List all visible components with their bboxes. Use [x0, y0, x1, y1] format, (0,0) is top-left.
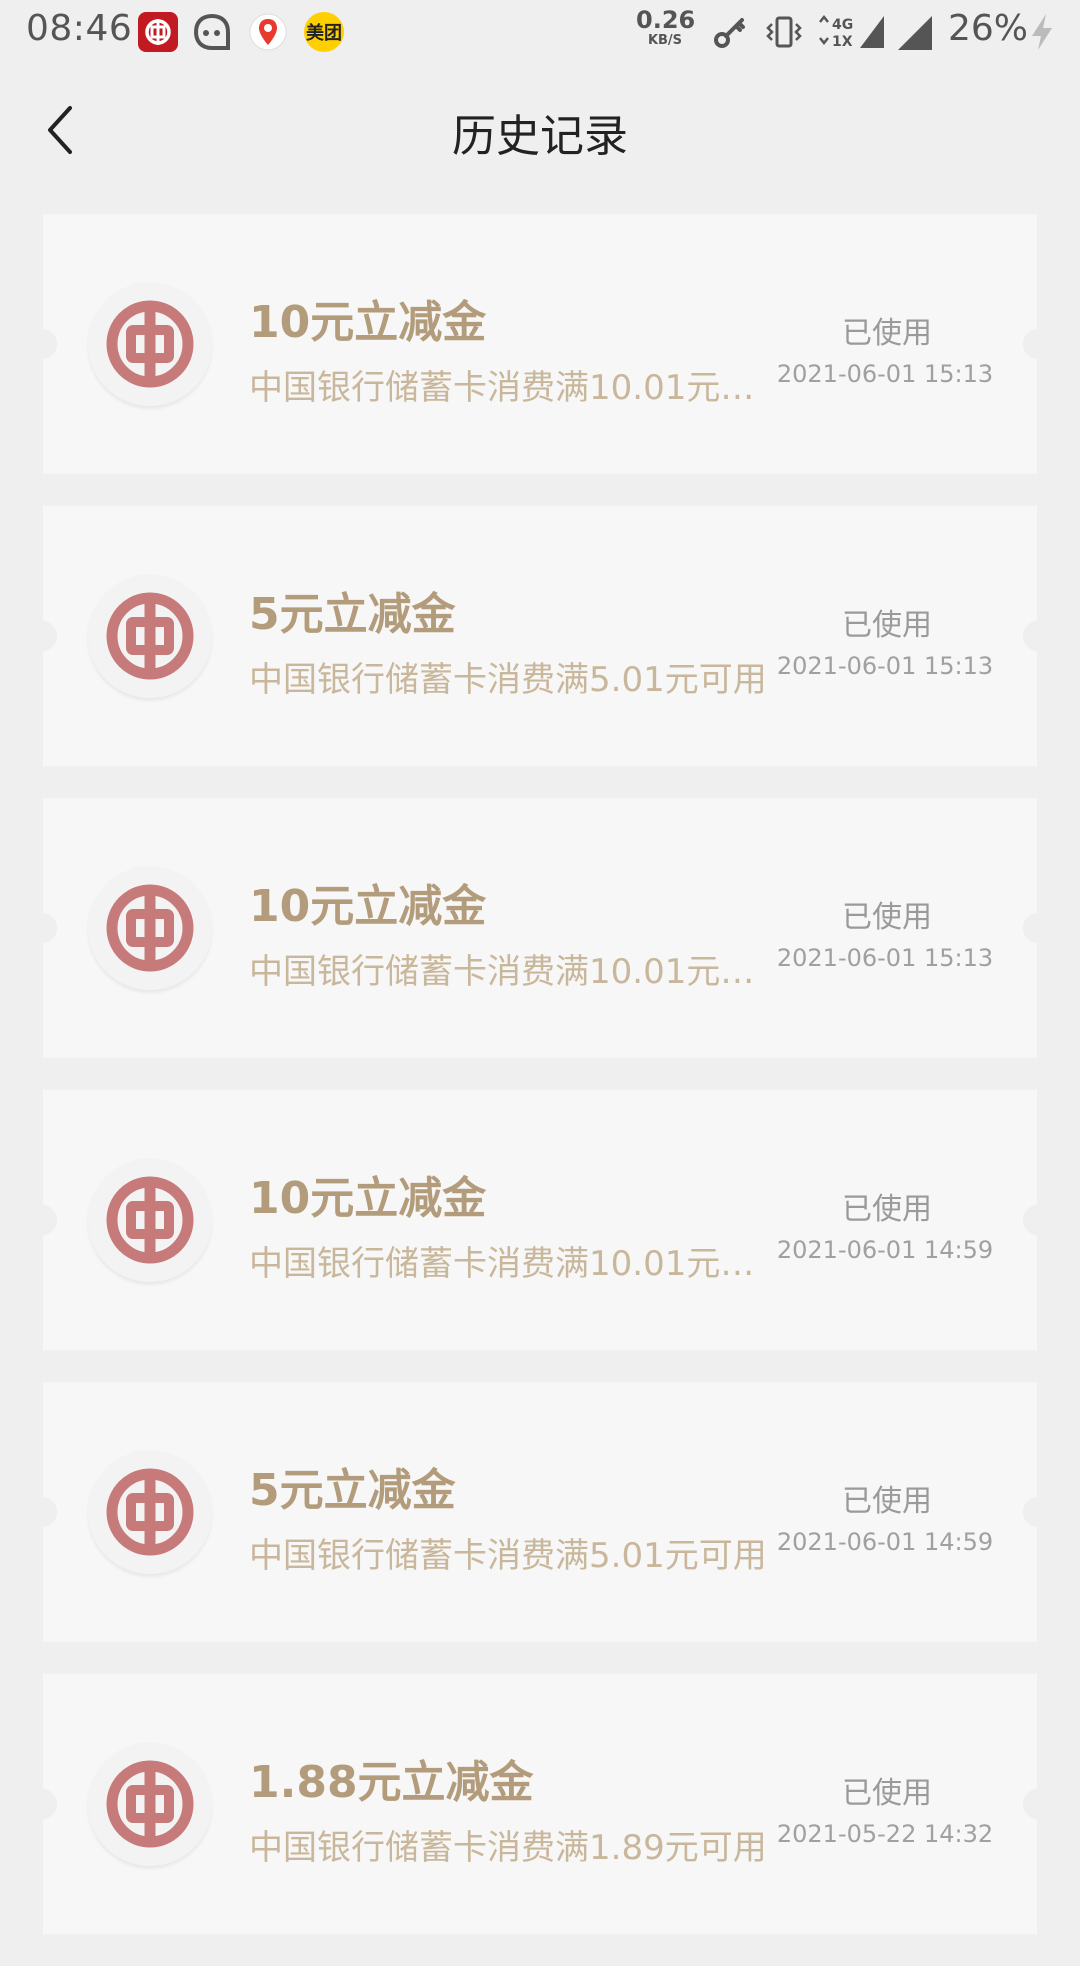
coupon-description: 中国银行储蓄卡消费满10.01元可用	[249, 1244, 769, 1284]
bank-of-china-logo-icon	[88, 866, 212, 990]
coupon-status: 已使用	[842, 1776, 932, 1811]
ticket-notch	[1023, 1497, 1051, 1527]
bank-of-china-logo-icon	[88, 574, 212, 698]
signal-icon	[896, 12, 936, 56]
battery-level: 26%	[948, 8, 1029, 49]
ticket-notch	[29, 329, 57, 359]
page-header: 历史记录	[0, 64, 1080, 196]
message-app-icon	[192, 12, 232, 52]
status-time: 08:46	[26, 8, 133, 49]
coupon-description: 中国银行储蓄卡消费满10.01元可用	[249, 952, 769, 992]
ticket-notch	[1023, 621, 1051, 651]
coupon-used-time: 2021-06-01 15:13	[776, 360, 994, 388]
coupon-status: 已使用	[842, 1484, 932, 1519]
baidu-map-app-icon	[248, 12, 288, 52]
bank-of-china-logo-icon	[88, 1742, 212, 1866]
coupon-title: 10元立减金	[249, 1173, 487, 1224]
coupon-status: 已使用	[842, 1192, 932, 1227]
ticket-notch	[1023, 913, 1051, 943]
ticket-notch	[29, 621, 57, 651]
coupon-history-list: 10元立减金 中国银行储蓄卡消费满10.01元可用 已使用 2021-06-01…	[29, 214, 1051, 1966]
coupon-card[interactable]: 10元立减金 中国银行储蓄卡消费满10.01元可用 已使用 2021-06-01…	[29, 798, 1051, 1058]
charging-bolt-icon	[1030, 12, 1054, 56]
coupon-description: 中国银行储蓄卡消费满10.01元可用	[249, 368, 769, 408]
ticket-notch	[1023, 1789, 1051, 1819]
coupon-description: 中国银行储蓄卡消费满1.89元可用	[249, 1828, 767, 1868]
bank-of-china-logo-icon	[88, 1450, 212, 1574]
coupon-card[interactable]: 10元立减金 中国银行储蓄卡消费满10.01元可用 已使用 2021-06-01…	[29, 1090, 1051, 1350]
coupon-card[interactable]: 1.88元立减金 中国银行储蓄卡消费满1.89元可用 已使用 2021-05-2…	[29, 1674, 1051, 1934]
svg-text:1X: 1X	[832, 34, 853, 50]
meituan-app-icon: 美团	[304, 12, 344, 52]
ticket-notch	[29, 1789, 57, 1819]
coupon-status: 已使用	[842, 608, 932, 643]
vibrate-icon	[764, 12, 804, 56]
coupon-description: 中国银行储蓄卡消费满5.01元可用	[249, 1536, 767, 1576]
page-title: 历史记录	[452, 111, 628, 162]
ticket-notch	[1023, 1205, 1051, 1235]
coupon-description: 中国银行储蓄卡消费满5.01元可用	[249, 660, 767, 700]
bank-of-china-app-icon	[138, 12, 178, 52]
coupon-used-time: 2021-06-01 14:59	[776, 1236, 994, 1264]
coupon-card[interactable]: 5元立减金 中国银行储蓄卡消费满5.01元可用 已使用 2021-06-01 1…	[29, 506, 1051, 766]
coupon-card[interactable]: 5元立减金 中国银行储蓄卡消费满5.01元可用 已使用 2021-06-01 1…	[29, 1382, 1051, 1642]
bank-of-china-logo-icon	[88, 1158, 212, 1282]
network-speed-value: 0.26	[636, 6, 696, 34]
coupon-used-time: 2021-05-22 14:32	[776, 1820, 994, 1848]
ticket-notch	[29, 1205, 57, 1235]
meituan-label: 美团	[306, 23, 342, 44]
ticket-notch	[1023, 329, 1051, 359]
coupon-title: 5元立减金	[249, 1465, 456, 1516]
coupon-card[interactable]: 10元立减金 中国银行储蓄卡消费满10.01元可用 已使用 2021-06-01…	[29, 214, 1051, 474]
status-bar: 08:46 美团 0.26 KB/S 4G 1X 26%	[0, 0, 1080, 64]
coupon-used-time: 2021-06-01 14:59	[776, 1528, 994, 1556]
mobile-data-icon: 4G 1X	[816, 12, 896, 56]
coupon-status: 已使用	[842, 900, 932, 935]
ticket-notch	[29, 1497, 57, 1527]
coupon-used-time: 2021-06-01 15:13	[776, 944, 994, 972]
coupon-title: 1.88元立减金	[249, 1757, 534, 1808]
network-speed: 0.26 KB/S	[636, 6, 696, 48]
coupon-status: 已使用	[842, 316, 932, 351]
bank-of-china-logo-icon	[88, 282, 212, 406]
key-icon	[710, 12, 750, 56]
coupon-title: 5元立减金	[249, 589, 456, 640]
coupon-title: 10元立减金	[249, 297, 487, 348]
coupon-title: 10元立减金	[249, 881, 487, 932]
network-speed-unit: KB/S	[647, 33, 683, 48]
ticket-notch	[29, 913, 57, 943]
coupon-used-time: 2021-06-01 15:13	[776, 652, 994, 680]
svg-text:4G: 4G	[832, 17, 853, 33]
